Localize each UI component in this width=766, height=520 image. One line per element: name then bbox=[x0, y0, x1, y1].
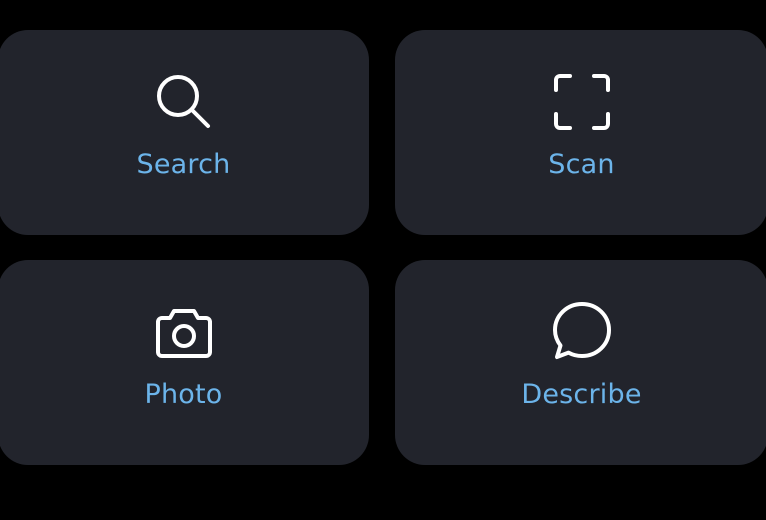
photo-label: Photo bbox=[144, 379, 223, 410]
scan-button[interactable]: Scan bbox=[395, 30, 766, 235]
camera-icon bbox=[152, 300, 216, 364]
search-label: Search bbox=[136, 149, 231, 180]
scan-label: Scan bbox=[548, 149, 615, 180]
action-grid: Search Scan Photo Describe bbox=[0, 0, 766, 520]
photo-button[interactable]: Photo bbox=[0, 260, 369, 465]
speech-bubble-icon bbox=[550, 300, 614, 364]
scan-frame-icon bbox=[550, 70, 614, 134]
describe-label: Describe bbox=[521, 379, 642, 410]
describe-button[interactable]: Describe bbox=[395, 260, 766, 465]
search-button[interactable]: Search bbox=[0, 30, 369, 235]
search-icon bbox=[152, 70, 216, 134]
